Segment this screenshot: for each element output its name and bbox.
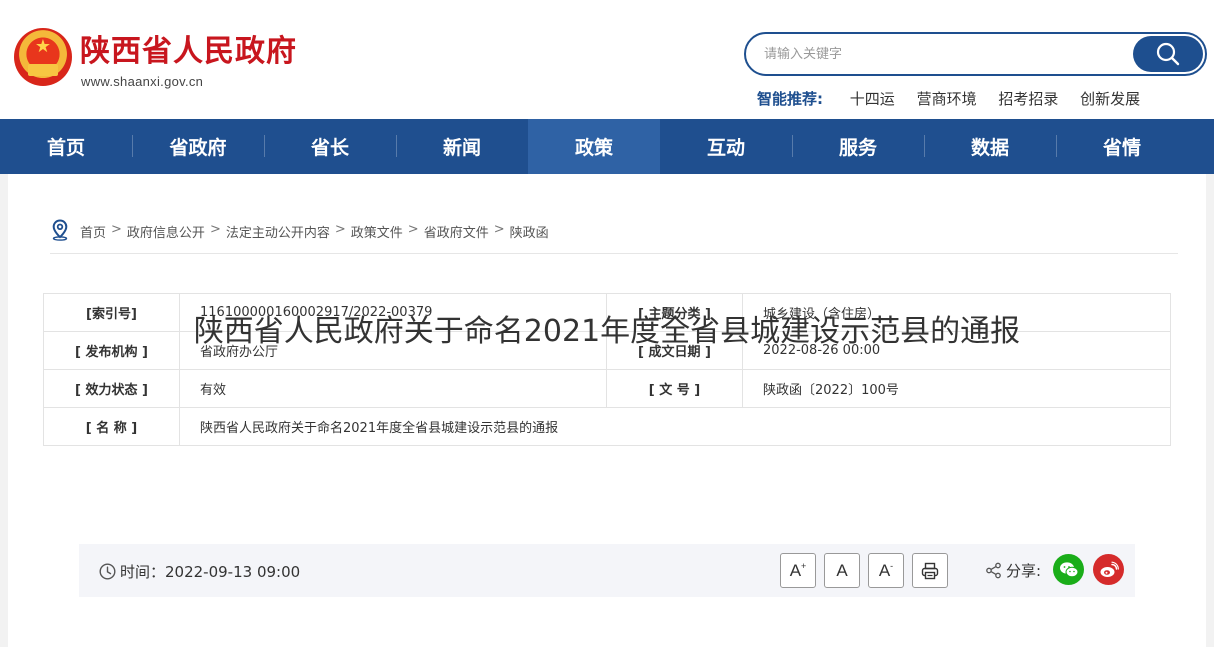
breadcrumb-separator: > [111,222,122,237]
smart-recommend-label: 智能推荐: [757,90,823,108]
publish-time: 时间：2022-09-13 09:00 [99,561,300,582]
site-title[interactable]: 陕西省人民政府 [80,32,297,72]
smart-recommend: 智能推荐: 十四运 营商环境 招考招录 创新发展 [757,88,1157,109]
meta-label-docno: [ 文 号 ] [606,369,743,408]
recommend-tag[interactable]: 创新发展 [1080,90,1140,108]
nav-item-data[interactable]: 数据 [924,119,1056,174]
search-button[interactable] [1133,36,1203,72]
font-increase-button[interactable]: A + [780,553,816,588]
meta-value-docno: 陕政函〔2022〕100号 [742,369,1171,408]
nav-item-interaction[interactable]: 互动 [660,119,792,174]
meta-label-name: [ 名 称 ] [43,407,180,446]
weibo-icon [1100,561,1119,577]
national-emblem-logo[interactable]: ★ [14,28,72,86]
breadcrumb-item-current[interactable]: 陕政函 [510,222,549,241]
meta-value-status: 有效 [179,369,607,408]
publish-time-text: 时间：2022-09-13 09:00 [120,563,301,581]
meta-label-status: [ 效力状态 ] [43,369,180,408]
recommend-tag[interactable]: 招考招录 [998,90,1058,108]
clock-icon [99,563,116,580]
weibo-share-button[interactable] [1093,554,1124,585]
location-pin-icon [52,219,68,241]
breadcrumb-item[interactable]: 首页 [80,222,106,241]
search-icon [1156,42,1180,66]
site-header: ★ 陕西省人民政府 www.shaanxi.gov.cn 智能推荐: 十四运 营… [0,0,1214,119]
breadcrumb-separator: > [493,222,505,237]
breadcrumb-item[interactable]: 法定主动公开内容 [226,222,330,241]
font-decrease-button[interactable]: A- [868,553,904,588]
breadcrumb-separator: > [334,222,346,237]
star-icon: ★ [34,36,52,57]
font-normal-button[interactable]: A [824,553,860,588]
nav-item-news[interactable]: 新闻 [396,119,528,174]
meta-value-name: 陕西省人民政府关于命名2021年度全省县城建设示范县的通报 [179,407,1171,446]
nav-item-governor[interactable]: 省长 [264,119,396,174]
share-label: 分享: [1006,562,1042,580]
main-nav: 首页 省政府 省长 新闻 政策 互动 服务 数据 省情 [0,119,1214,174]
breadcrumb-item[interactable]: 省政府文件 [424,222,489,241]
nav-item-home[interactable]: 首页 [0,119,132,174]
site-url: www.shaanxi.gov.cn [81,74,204,89]
table-row: [ 名 称 ] 陕西省人民政府关于命名2021年度全省县城建设示范县的通报 [43,407,1171,446]
breadcrumb-separator: > [407,222,419,237]
breadcrumb: 首页 > 政府信息公开 > 法定主动公开内容 > 政策文件 > 省政府文件 > … [50,219,1178,254]
nav-item-services[interactable]: 服务 [792,119,924,174]
nav-item-policy[interactable]: 政策 [528,119,660,174]
search-box [744,32,1207,76]
printer-icon [921,562,939,579]
table-row: [ 效力状态 ] 有效 [ 文 号 ] 陕政函〔2022〕100号 [43,369,1171,408]
recommend-tag[interactable]: 营商环境 [917,90,977,108]
article-title: 陕西省人民政府关于命名2021年度全省县城建设示范县的通报 [193,314,1021,349]
breadcrumb-separator: > [209,222,221,237]
search-input[interactable] [764,42,1124,66]
nav-item-government[interactable]: 省政府 [132,119,264,174]
nav-item-province-info[interactable]: 省情 [1056,119,1188,174]
share-icon [986,562,1001,579]
breadcrumb-item[interactable]: 政府信息公开 [127,222,205,241]
breadcrumb-item[interactable]: 政策文件 [351,222,403,241]
print-button[interactable] [912,553,948,588]
recommend-tag[interactable]: 十四运 [850,90,895,108]
wechat-icon [1059,561,1078,577]
wechat-share-button[interactable] [1053,554,1084,585]
share-section: 分享: [985,560,1041,581]
article-toolbar: 时间：2022-09-13 09:00 A + A A- 分享: [79,544,1135,597]
